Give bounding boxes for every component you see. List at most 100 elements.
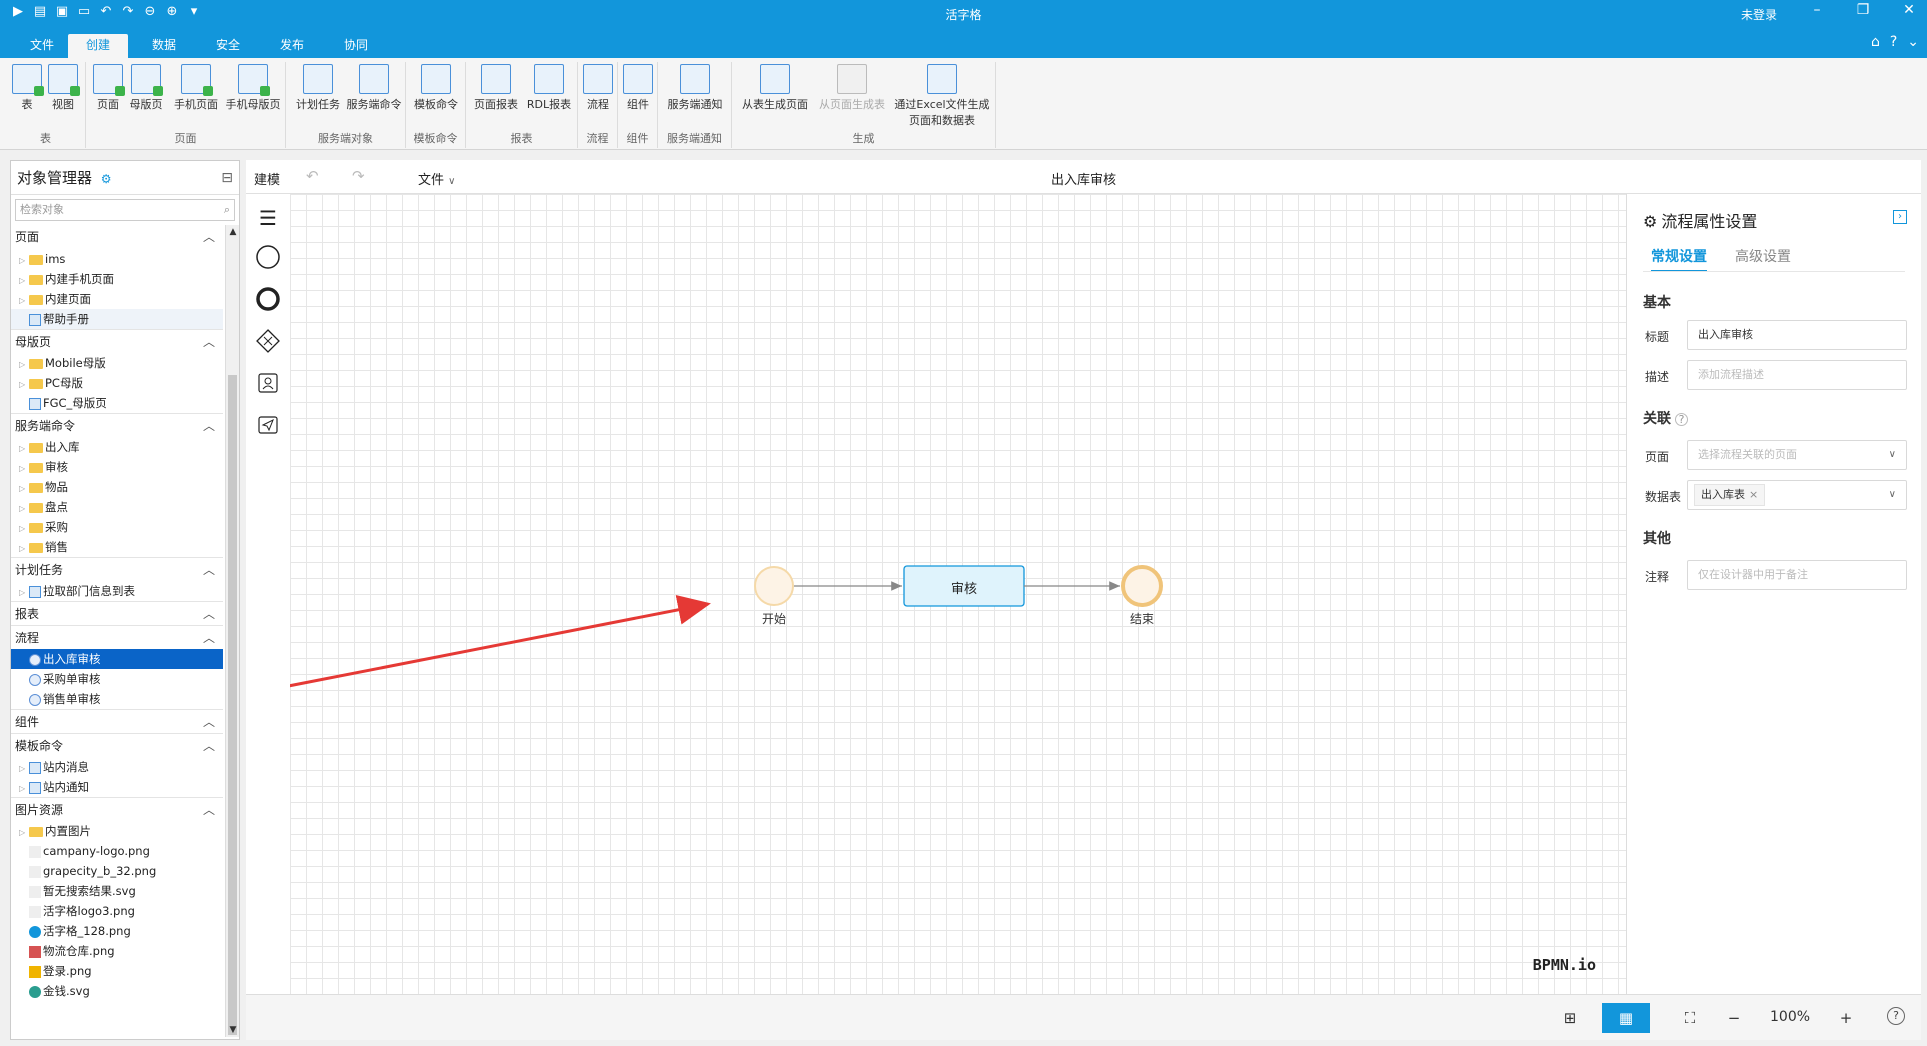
rdl-report-button[interactable]: RDL报表 xyxy=(522,64,576,112)
generate-from-excel-button[interactable]: 通过Excel文件生成 页面和数据表 xyxy=(890,64,994,128)
redo-icon[interactable]: ↷ xyxy=(352,167,365,185)
section-master-pages[interactable]: 母版页 ︿ xyxy=(11,329,223,353)
home-icon[interactable]: ⌂ xyxy=(1871,34,1880,50)
tree-item[interactable]: ▷ 拉取部门信息到表 xyxy=(11,581,223,601)
login-status[interactable]: 未登录 xyxy=(1741,6,1777,23)
master-page-button[interactable]: 母版页 xyxy=(126,64,166,112)
page-report-button[interactable]: 页面报表 xyxy=(470,64,522,112)
expand-panel-icon[interactable]: › xyxy=(1893,210,1907,224)
section-image-resources[interactable]: 图片资源 ︿ xyxy=(11,797,223,821)
remove-tag-icon[interactable]: × xyxy=(1749,488,1758,501)
note-field[interactable]: 仅在设计器中用于备注 xyxy=(1687,560,1907,590)
tree-item[interactable]: ▷ 站内通知 xyxy=(11,777,223,797)
tree-item[interactable]: ▷ 内建页面 xyxy=(11,289,223,309)
mobile-page-button[interactable]: 手机页面 xyxy=(170,64,222,112)
tab-collaborate[interactable]: 协同 xyxy=(326,34,386,58)
minimize-icon[interactable]: – xyxy=(1807,2,1827,18)
tree-scrollbar[interactable]: ▲ ▼ xyxy=(225,225,239,1037)
tab-general-settings[interactable]: 常规设置 xyxy=(1651,246,1707,272)
tree-item[interactable]: ▷ 站内消息 xyxy=(11,757,223,777)
tree-item[interactable]: 金钱.svg xyxy=(11,981,223,1001)
section-reports[interactable]: 报表 ︿ xyxy=(11,601,223,625)
section-pages[interactable]: 页面 ︿ xyxy=(11,225,223,249)
tab-security[interactable]: 安全 xyxy=(198,34,258,58)
table-button[interactable]: 表 xyxy=(12,64,44,112)
title-field[interactable]: 出入库审核 xyxy=(1687,320,1907,350)
section-server-commands[interactable]: 服务端命令 ︿ xyxy=(11,413,223,437)
tree-item[interactable]: ▷ 盘点 xyxy=(11,497,223,517)
generate-page-from-table-button[interactable]: 从表生成页面 xyxy=(736,64,814,112)
section-flows[interactable]: 流程 ︿ xyxy=(11,625,223,649)
tree-item[interactable]: 采购单审核 xyxy=(11,669,223,689)
scroll-down-icon[interactable]: ▼ xyxy=(226,1025,240,1035)
start-event[interactable] xyxy=(754,566,794,606)
close-icon[interactable]: ✕ xyxy=(1899,2,1919,18)
user-task-tool[interactable] xyxy=(254,370,282,398)
gateway-tool[interactable] xyxy=(254,328,282,356)
tree-item[interactable]: 销售单审核 xyxy=(11,689,223,709)
tree-item[interactable]: ▷ Mobile母版 xyxy=(11,353,223,373)
server-notification-button[interactable]: 服务端通知 xyxy=(662,64,728,112)
scheduled-task-button[interactable]: 计划任务 xyxy=(292,64,344,112)
undo-icon[interactable]: ↶ xyxy=(306,167,319,185)
end-event-tool[interactable] xyxy=(254,286,282,314)
tree-item[interactable]: ▷ ims xyxy=(11,249,223,269)
tree-item[interactable]: campany-logo.png xyxy=(11,841,223,861)
tab-data[interactable]: 数据 xyxy=(134,34,194,58)
tree-item[interactable]: ▷ 出入库 xyxy=(11,437,223,457)
start-event-tool[interactable] xyxy=(254,244,282,272)
bpmn-io-logo[interactable]: BPMN.io xyxy=(1533,956,1596,974)
tree-item[interactable]: ▷ 内建手机页面 xyxy=(11,269,223,289)
section-components[interactable]: 组件 ︿ xyxy=(11,709,223,733)
tree-item[interactable]: ▷ 销售 xyxy=(11,537,223,557)
scrollbar-thumb[interactable] xyxy=(228,375,237,1035)
tab-advanced-settings[interactable]: 高级设置 xyxy=(1735,246,1791,266)
collapse-panel-icon[interactable]: ⊟ xyxy=(221,161,233,195)
gear-icon[interactable]: ⚙ xyxy=(101,172,112,186)
scroll-up-icon[interactable]: ▲ xyxy=(226,227,240,237)
tree-item[interactable]: 物流仓库.png xyxy=(11,941,223,961)
send-task-tool[interactable] xyxy=(254,412,282,440)
data-table-select[interactable]: 出入库表 × ∨ xyxy=(1687,480,1907,510)
component-button[interactable]: 组件 xyxy=(622,64,654,112)
help-icon[interactable]: ? xyxy=(1887,1007,1905,1025)
object-search-input[interactable]: 检索对象 ⌕ xyxy=(15,199,235,221)
page-select[interactable]: 选择流程关联的页面 ∨ xyxy=(1687,440,1907,470)
chevron-down-icon[interactable]: ⌄ xyxy=(1907,34,1919,50)
tab-create[interactable]: 创建 xyxy=(68,34,129,58)
page-button[interactable]: 页面 xyxy=(90,64,126,112)
tree-item[interactable]: 登录.png xyxy=(11,961,223,981)
section-scheduled-tasks[interactable]: 计划任务 ︿ xyxy=(11,557,223,581)
tree-item[interactable]: ▷ 审核 xyxy=(11,457,223,477)
file-menu[interactable]: 文件 ∨ xyxy=(418,169,455,188)
help-icon[interactable]: ? xyxy=(1675,413,1688,426)
tab-publish[interactable]: 发布 xyxy=(262,34,322,58)
help-icon[interactable]: ? xyxy=(1890,34,1897,50)
tree-item[interactable]: 活字格logo3.png xyxy=(11,901,223,921)
tree-item[interactable]: 活字格_128.png xyxy=(11,921,223,941)
grid-toggle-icon[interactable]: ▦ xyxy=(1602,1003,1650,1033)
end-event[interactable] xyxy=(1121,565,1163,607)
generate-table-from-page-button[interactable]: 从页面生成表 xyxy=(814,64,890,112)
description-field[interactable]: 添加流程描述 xyxy=(1687,360,1907,390)
view-button[interactable]: 视图 xyxy=(46,64,80,112)
server-command-button[interactable]: 服务端命令 xyxy=(344,64,404,112)
zoom-out-icon[interactable]: − xyxy=(1720,1005,1748,1031)
mobile-master-page-button[interactable]: 手机母版页 xyxy=(222,64,284,112)
tree-item[interactable]: ▷ 采购 xyxy=(11,517,223,537)
bpmn-canvas[interactable]: 审核 开始 结束 BPMN.io xyxy=(290,194,1626,994)
zoom-in-icon[interactable]: + xyxy=(1832,1005,1860,1031)
fit-screen-icon[interactable]: ⛶ xyxy=(1676,1005,1704,1031)
tree-item[interactable]: ▷ 内置图片 xyxy=(11,821,223,841)
section-template-commands[interactable]: 模板命令 ︿ xyxy=(11,733,223,757)
tree-item[interactable]: ▷ 物品 xyxy=(11,477,223,497)
tree-item[interactable]: 暂无搜索结果.svg xyxy=(11,881,223,901)
flow-button[interactable]: 流程 xyxy=(582,64,614,112)
minimap-icon[interactable]: ⊞ xyxy=(1556,1005,1584,1031)
hamburger-icon[interactable]: ☰ xyxy=(254,204,282,232)
tree-item[interactable]: ▷ PC母版 xyxy=(11,373,223,393)
tree-item[interactable]: grapecity_b_32.png xyxy=(11,861,223,881)
tab-file[interactable]: 文件 xyxy=(12,34,72,58)
template-command-button[interactable]: 模板命令 xyxy=(410,64,462,112)
tree-item[interactable]: 帮助手册 xyxy=(11,309,223,329)
